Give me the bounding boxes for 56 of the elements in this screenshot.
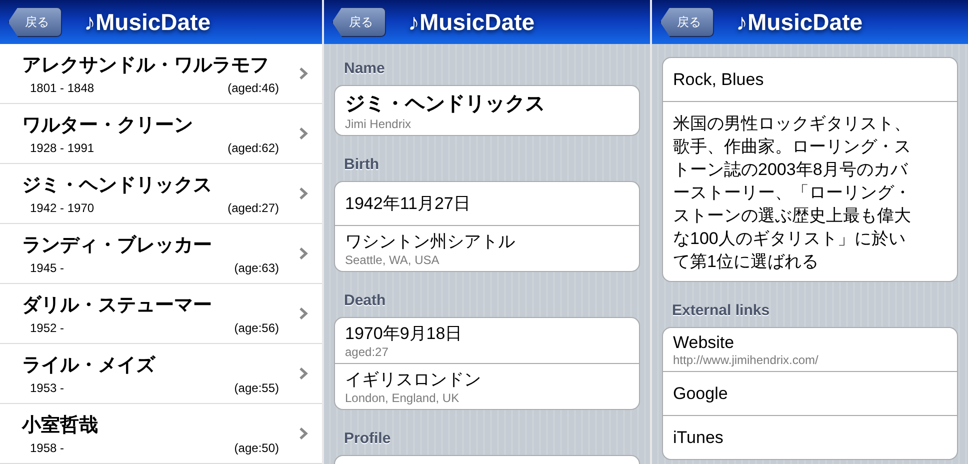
link-cell[interactable]: Website http://www.jimihendrix.com/ — [663, 328, 957, 371]
artist-name: ダリル・ステューマー — [22, 294, 213, 318]
info-cell-text: Rock, Blues — [672, 68, 765, 90]
age-label: (aged:46) — [228, 80, 279, 94]
app-title: ♪MusicDate — [84, 8, 211, 36]
artist-list-item[interactable]: ランディ・ブレッカー 1945 - (age:63) — [0, 224, 322, 284]
life-years: 1953 - — [30, 380, 64, 394]
artist-list-item[interactable]: ライル・メイズ 1953 - (age:55) — [0, 344, 322, 404]
artist-list-item[interactable]: ジミ・ヘンドリックス 1942 - 1970 (aged:27) — [0, 164, 322, 224]
chevron-icon — [299, 427, 308, 440]
link-cell[interactable]: Google — [663, 371, 957, 415]
age-label: (age:56) — [234, 320, 279, 334]
life-years: 1952 - — [30, 320, 64, 334]
age-label: (age:50) — [234, 440, 279, 454]
age-label: (age:63) — [234, 260, 279, 274]
info-cell-text: ジミ・ヘンドリックス Jimi Hendrix — [344, 92, 546, 133]
info-cell: ワシントン州シアトル Seattle, WA, USA — [335, 225, 639, 271]
artist-name: ランディ・ブレッカー — [22, 234, 213, 258]
artist-list-item[interactable]: ダリル・ステューマー 1952 - (age:56) — [0, 284, 322, 344]
back-button[interactable]: 戻る — [660, 7, 714, 37]
chevron-icon — [299, 127, 308, 140]
info-cell-text: 1970年9月18日 aged:27 — [344, 323, 464, 361]
info-cell: 米国の男性ロックギタリスト、歌手、作曲家。ローリング・ストーン誌の2003年8月号のカバーストーリー、「ローリング・ストーンの選ぶ歴史上最も偉大な100人のギタリスト」に於いて第1位に選ばれる — [663, 101, 957, 281]
artist-name: ジミ・ヘンドリックス — [22, 174, 213, 198]
artist-name: ライル・メイズ — [22, 354, 156, 378]
section-header: Birth — [343, 156, 380, 175]
link-cell[interactable]: iTunes — [663, 415, 957, 459]
chevron-icon — [299, 67, 308, 80]
artist-name: 小室哲哉 — [22, 414, 99, 438]
life-years: 1945 - — [30, 260, 64, 274]
age-label: (aged:27) — [228, 200, 279, 214]
section-header: Profile — [343, 430, 392, 449]
life-years: 1942 - 1970 — [30, 200, 94, 214]
chevron-icon — [299, 187, 308, 200]
artist-list-item[interactable]: 小室哲哉 1958 - (age:50) — [0, 404, 322, 464]
section-header: External links — [671, 302, 771, 321]
chevron-icon — [299, 367, 308, 380]
back-button[interactable]: 戻る — [332, 7, 386, 37]
life-years: 1928 - 1991 — [30, 140, 94, 154]
chevron-icon — [299, 247, 308, 260]
life-years: 1958 - — [30, 440, 64, 454]
age-label: (age:55) — [234, 380, 279, 394]
age-label: (aged:62) — [228, 140, 279, 154]
app-title: ♪MusicDate — [408, 8, 535, 36]
info-cell-text: 1942年11月27日 — [344, 193, 472, 215]
artist-list-item[interactable]: ワルター・クリーン 1928 - 1991 (aged:62) — [0, 104, 322, 164]
artist-list-item[interactable]: アレクサンドル・ワルラモフ 1801 - 1848 (aged:46) — [0, 44, 322, 104]
artist-name: アレクサンドル・ワルラモフ — [22, 54, 270, 78]
back-button[interactable]: 戻る — [8, 7, 62, 37]
section-header: Name — [343, 60, 386, 79]
artist-name: ワルター・クリーン — [22, 114, 194, 138]
app-title: ♪MusicDate — [736, 8, 863, 36]
life-years: 1801 - 1848 — [30, 80, 94, 94]
chevron-icon — [299, 307, 308, 320]
section-header: Death — [343, 292, 387, 311]
info-cell: イギリスロンドン London, England, UK — [335, 363, 639, 409]
